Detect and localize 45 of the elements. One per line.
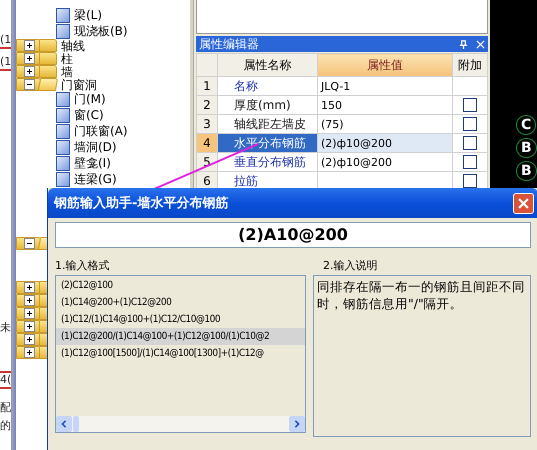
format-item[interactable]: (1)C14@200+(1)C12@200 <box>56 294 305 311</box>
row-number: 4 <box>196 134 218 152</box>
property-name[interactable]: 水平分布钢筋 <box>218 134 318 152</box>
section-label: 2.输入说明 <box>322 258 378 274</box>
property-value[interactable]: JLQ-1 <box>318 76 452 96</box>
cut-text: 的 <box>0 419 11 433</box>
column-header: 属性名称 <box>218 54 318 76</box>
tree-item[interactable]: 墙洞(D) <box>74 140 117 154</box>
tree-item[interactable]: 窗(C) <box>74 108 104 122</box>
tree-item[interactable]: 门窗洞 <box>61 78 97 92</box>
property-value[interactable]: (2)ф10@200 <box>318 134 452 152</box>
row-number: 1 <box>196 76 218 96</box>
property-name[interactable]: 厚度(mm) <box>218 96 318 114</box>
tree-item[interactable]: 柱 <box>61 52 73 66</box>
dialog-title: 钢筋输入助手-墙水平分布钢筋 <box>54 194 230 212</box>
row-number: 3 <box>196 114 218 134</box>
axis-label: B <box>516 161 537 181</box>
cut-text: 未 <box>0 321 11 335</box>
format-item[interactable]: (1)C12@100[1500]/(1)C14@100[1300]+(1)C12@ <box>56 345 305 362</box>
format-list[interactable]: (2)C12@100 (1)C14@200+(1)C12@200 (1)C12/(1)C14@100+(1)C12/C10@100 (1)C12@200/(1)C14@100+(1)C12@100/(1)C10@2 (1)C12@100[1500]/(1)C14@100[1300]+(1)C12@ <box>55 275 306 433</box>
tree-item[interactable]: 轴线 <box>61 38 85 52</box>
format-item[interactable]: (1)C12/(1)C14@100+(1)C12/C10@100 <box>56 311 305 328</box>
tree-item[interactable]: 壁龛(I) <box>74 156 111 170</box>
tree-item[interactable]: 墙 <box>61 64 73 78</box>
panel-title: 属性编辑器 <box>199 36 260 52</box>
column-header: 属性值 <box>318 54 452 76</box>
property-name[interactable]: 垂直分布钢筋 <box>218 152 318 172</box>
tree-item[interactable]: 门联窗(A) <box>74 124 128 138</box>
column-header: 附加 <box>452 54 488 76</box>
tree-item[interactable]: 梁(L) <box>74 8 102 22</box>
axis-label: B <box>516 138 537 158</box>
input-field[interactable]: (2)A10@200 <box>55 222 531 248</box>
property-value[interactable]: (2)ф10@200 <box>318 152 452 172</box>
property-name[interactable]: 名称 <box>218 76 318 96</box>
tree-item[interactable]: 连梁(G) <box>74 172 117 186</box>
format-item[interactable]: (2)C12@100 <box>56 277 305 294</box>
note-text: 同排存在隔一布一的钢筋且间距不同时，钢筋信息用"/"隔开。 <box>317 279 525 311</box>
tree-item[interactable]: 门(M) <box>74 92 106 106</box>
tree-item[interactable]: 现浇板(B) <box>74 24 128 38</box>
property-value[interactable]: 150 <box>318 96 452 114</box>
axis-label: C <box>516 115 536 135</box>
cut-text: 配 <box>0 401 11 415</box>
row-number: 2 <box>196 96 218 114</box>
format-item[interactable]: (1)C12@200/(1)C14@100+(1)C12@100/(1)C10@2 <box>56 328 305 345</box>
section-label: 1.输入格式 <box>55 258 110 274</box>
